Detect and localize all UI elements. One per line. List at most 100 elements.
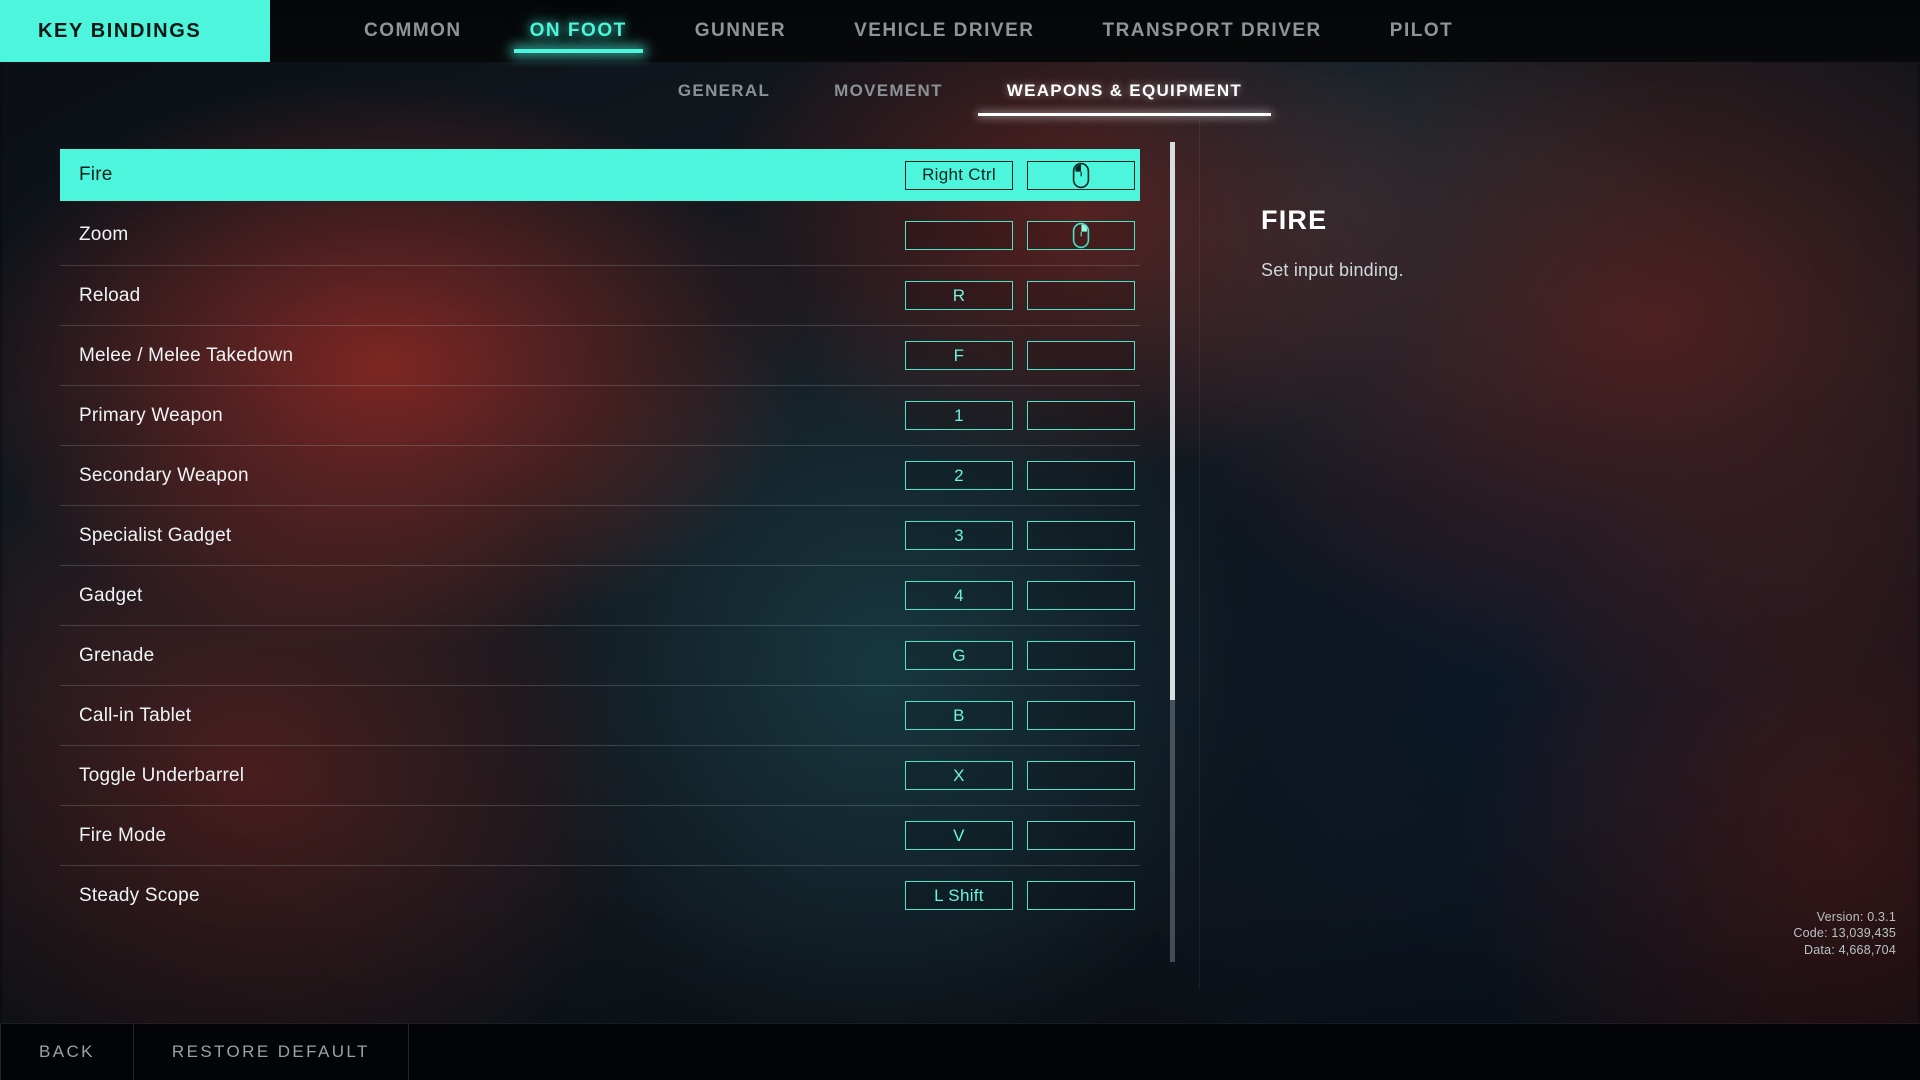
binding-row[interactable]: Melee / Melee Takedown F xyxy=(60,325,1140,385)
binding-slot-primary[interactable]: B xyxy=(905,701,1013,730)
main-tab-on-foot[interactable]: ON FOOT xyxy=(496,0,661,62)
binding-slot-secondary[interactable] xyxy=(1027,521,1135,550)
binding-slot-primary[interactable]: 1 xyxy=(905,401,1013,430)
binding-slots: B xyxy=(905,701,1140,730)
binding-slot-secondary[interactable] xyxy=(1027,761,1135,790)
binding-slot-secondary[interactable] xyxy=(1027,401,1135,430)
sub-tab-bar: GENERAL MOVEMENT WEAPONS & EQUIPMENT xyxy=(0,62,1920,120)
binding-slot-secondary[interactable] xyxy=(1027,701,1135,730)
sub-tab-label: GENERAL xyxy=(677,81,771,100)
binding-row[interactable]: Toggle Underbarrel X xyxy=(60,745,1140,805)
binding-slot-secondary[interactable] xyxy=(1027,341,1135,370)
binding-row-label: Fire Mode xyxy=(79,824,167,846)
binding-row[interactable]: Primary Weapon 1 xyxy=(60,385,1140,445)
main-tab-vehicle-driver[interactable]: VEHICLE DRIVER xyxy=(820,0,1068,62)
binding-slot-primary[interactable]: 4 xyxy=(905,581,1013,610)
bindings-scrollbar[interactable] xyxy=(1170,142,1175,962)
binding-slots xyxy=(905,220,1140,250)
bindings-list: Fire Right Ctrl Zoom Reload R Melee / Melee T… xyxy=(60,145,1140,925)
top-bar: KEY BINDINGS COMMON ON FOOT GUNNER VEHICLE … xyxy=(0,0,1920,62)
main-tab-pilot[interactable]: PILOT xyxy=(1356,0,1487,62)
binding-slots: X xyxy=(905,761,1140,790)
binding-row-label: Specialist Gadget xyxy=(79,524,232,546)
binding-row-label: Fire xyxy=(79,164,113,185)
build-code: Code: 13,039,435 xyxy=(1793,926,1896,940)
binding-slots: 3 xyxy=(905,521,1140,550)
restore-default-button[interactable]: RESTORE DEFAULT xyxy=(134,1024,409,1080)
main-tab-common[interactable]: COMMON xyxy=(330,0,496,62)
page-title-label: KEY BINDINGS xyxy=(38,19,202,42)
detail-title: FIRE xyxy=(1261,205,1328,235)
main-tab-label: PILOT xyxy=(1389,20,1454,41)
binding-slots: L Shift xyxy=(905,881,1140,910)
footer-button-label: BACK xyxy=(39,1042,95,1061)
bindings-panel: Fire Right Ctrl Zoom Reload R Melee / Melee T… xyxy=(0,120,1199,990)
binding-slot-primary[interactable]: G xyxy=(905,641,1013,670)
binding-row[interactable]: Fire Mode V xyxy=(60,805,1140,865)
binding-row[interactable]: Fire Right Ctrl xyxy=(60,149,1140,201)
back-button[interactable]: BACK xyxy=(0,1024,134,1080)
binding-slot-secondary[interactable] xyxy=(1027,220,1135,250)
main-tab-label: ON FOOT xyxy=(529,20,627,41)
detail-description: Set input binding. xyxy=(1261,260,1404,280)
binding-slots: R xyxy=(905,281,1140,310)
binding-row-label: Grenade xyxy=(79,644,155,666)
sub-tab-weapons-equipment[interactable]: WEAPONS & EQUIPMENT xyxy=(975,62,1274,120)
binding-slots: G xyxy=(905,641,1140,670)
binding-row-label: Toggle Underbarrel xyxy=(79,764,245,786)
bindings-scrollbar-thumb[interactable] xyxy=(1170,142,1175,700)
build-data: Data: 4,668,704 xyxy=(1804,942,1896,957)
page-title: KEY BINDINGS xyxy=(0,0,270,62)
binding-row[interactable]: Specialist Gadget 3 xyxy=(60,505,1140,565)
binding-slot-primary[interactable]: L Shift xyxy=(905,881,1013,910)
binding-slot-primary[interactable] xyxy=(905,220,1013,250)
binding-slot-secondary[interactable] xyxy=(1027,821,1135,850)
binding-slot-primary[interactable]: Right Ctrl xyxy=(905,160,1013,190)
binding-slot-primary[interactable]: F xyxy=(905,341,1013,370)
mouse-right-button-icon xyxy=(1072,222,1090,249)
binding-row-label: Zoom xyxy=(79,224,129,245)
binding-slots: 1 xyxy=(905,401,1140,430)
binding-slots: V xyxy=(905,821,1140,850)
binding-row[interactable]: Call-in Tablet B xyxy=(60,685,1140,745)
binding-row[interactable]: Secondary Weapon 2 xyxy=(60,445,1140,505)
sub-tab-movement[interactable]: MOVEMENT xyxy=(802,62,975,120)
binding-row-label: Primary Weapon xyxy=(79,404,223,426)
binding-slot-secondary[interactable] xyxy=(1027,881,1135,910)
main-tab-label: TRANSPORT DRIVER xyxy=(1102,20,1322,41)
binding-row[interactable]: Steady Scope L Shift xyxy=(60,865,1140,925)
main-tab-transport-driver[interactable]: TRANSPORT DRIVER xyxy=(1068,0,1355,62)
binding-slot-secondary[interactable] xyxy=(1027,581,1135,610)
build-version: Version: 0.3.1 xyxy=(1816,909,1896,924)
binding-slot-primary[interactable]: 2 xyxy=(905,461,1013,490)
footer-button-label: RESTORE DEFAULT xyxy=(171,1042,370,1061)
main-tab-gunner[interactable]: GUNNER xyxy=(661,0,820,62)
binding-row-label: Call-in Tablet xyxy=(79,704,192,726)
binding-slots: 4 xyxy=(905,581,1140,610)
binding-row[interactable]: Grenade G xyxy=(60,625,1140,685)
binding-slot-primary[interactable]: 3 xyxy=(905,521,1013,550)
binding-row[interactable]: Zoom xyxy=(60,205,1140,265)
footer-bar: BACK RESTORE DEFAULT xyxy=(0,1024,1920,1080)
binding-row[interactable]: Reload R xyxy=(60,265,1140,325)
sub-tab-label: WEAPONS & EQUIPMENT xyxy=(1006,81,1243,100)
binding-row[interactable]: Gadget 4 xyxy=(60,565,1140,625)
binding-slot-primary[interactable]: V xyxy=(905,821,1013,850)
main-tab-bar: COMMON ON FOOT GUNNER VEHICLE DRIVER TRANSPO… xyxy=(270,0,1487,62)
binding-row-label: Gadget xyxy=(79,584,143,606)
mouse-left-button-icon xyxy=(1072,162,1090,189)
binding-slot-primary[interactable]: X xyxy=(905,761,1013,790)
binding-slot-secondary[interactable] xyxy=(1027,281,1135,310)
main-tab-label: GUNNER xyxy=(694,20,787,41)
binding-row-label: Secondary Weapon xyxy=(79,464,249,486)
binding-row-label: Reload xyxy=(79,284,141,306)
binding-slot-primary[interactable]: R xyxy=(905,281,1013,310)
binding-slots: Right Ctrl xyxy=(905,160,1140,190)
main-tab-label: VEHICLE DRIVER xyxy=(854,20,1035,41)
binding-slots: F xyxy=(905,341,1140,370)
binding-slot-secondary[interactable] xyxy=(1027,641,1135,670)
build-info: Version: 0.3.1 Code: 13,039,435 Data: 4,… xyxy=(1793,909,1896,959)
sub-tab-general[interactable]: GENERAL xyxy=(646,62,802,120)
binding-slot-secondary[interactable] xyxy=(1027,160,1135,190)
binding-slot-secondary[interactable] xyxy=(1027,461,1135,490)
